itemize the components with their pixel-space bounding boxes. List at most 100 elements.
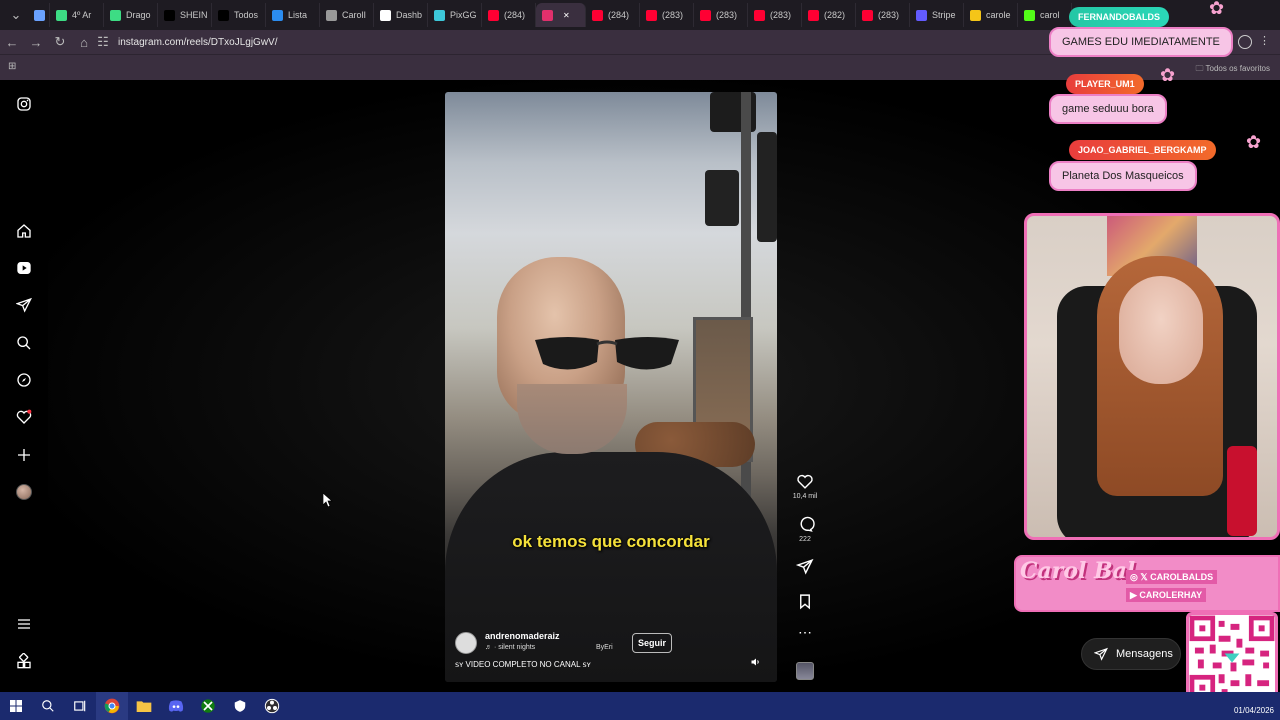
- chat-message: GAMES EDU IMEDIATAMENTE: [1049, 27, 1233, 57]
- discord-icon[interactable]: [160, 692, 192, 720]
- chat-message: game seduuu bora: [1049, 94, 1167, 124]
- browser-tab[interactable]: PixGG: [428, 3, 482, 27]
- save-icon[interactable]: [795, 593, 815, 610]
- reload-icon[interactable]: ↻: [48, 30, 72, 54]
- home-button-icon[interactable]: ⌂: [72, 30, 96, 54]
- browser-tab[interactable]: (283): [748, 3, 802, 27]
- kebab-menu-icon[interactable]: ⋮: [1259, 34, 1270, 47]
- browser-tab[interactable]: [28, 3, 50, 27]
- follow-button[interactable]: Seguir: [632, 633, 673, 653]
- tab-search-icon[interactable]: ⌄: [4, 3, 28, 27]
- audio-track-label[interactable]: ♬ · silent nights: [485, 644, 535, 651]
- browser-tab[interactable]: CarolI: [320, 3, 374, 27]
- tab-label: Lista: [288, 10, 308, 20]
- tab-favicon-icon: [272, 9, 283, 21]
- instagram-icon[interactable]: [16, 96, 32, 112]
- browser-tab[interactable]: (284): [482, 3, 536, 27]
- more-options-icon[interactable]: ⋯: [795, 624, 815, 641]
- browser-tab[interactable]: (284): [586, 3, 640, 27]
- menu-icon[interactable]: [16, 616, 32, 632]
- search-icon[interactable]: [32, 692, 64, 720]
- tab-label: (283): [878, 10, 900, 20]
- more-icon[interactable]: [16, 653, 32, 669]
- taskbar-date[interactable]: 01/04/2026: [1234, 706, 1274, 715]
- chat-username: FERNANDOBALDS: [1069, 7, 1169, 27]
- social-youtube: ▶ CAROLERHAY: [1126, 588, 1207, 602]
- tab-favicon-icon: [646, 9, 657, 21]
- tab-favicon-icon: [862, 9, 873, 21]
- chat-username-label: JOAO_GABRIEL_BERGKAMP: [1078, 145, 1207, 155]
- file-explorer-icon[interactable]: [128, 692, 160, 720]
- url-field[interactable]: instagram.com/reels/DTxoJLgjGwV/: [118, 37, 278, 48]
- tab-label: carole: [986, 10, 1011, 20]
- search-icon[interactable]: [16, 335, 32, 351]
- browser-tab[interactable]: Dashb: [374, 3, 428, 27]
- tab-label: (283): [770, 10, 792, 20]
- browser-tab[interactable]: SHEIN: [158, 3, 212, 27]
- browser-tab[interactable]: (283): [640, 3, 694, 27]
- volume-icon[interactable]: [750, 656, 762, 668]
- audio-thumbnail[interactable]: [796, 662, 814, 680]
- browser-tab[interactable]: Stripe: [910, 3, 964, 27]
- explore-icon[interactable]: [16, 372, 32, 388]
- tab-label: (283): [716, 10, 738, 20]
- chrome-icon[interactable]: [96, 692, 128, 720]
- like-icon[interactable]: [795, 473, 815, 490]
- notifications-icon[interactable]: [16, 409, 32, 425]
- share-icon[interactable]: [795, 558, 815, 575]
- close-tab-icon[interactable]: ✕: [563, 11, 570, 20]
- site-info-icon[interactable]: ☷: [96, 30, 110, 54]
- all-favorites-link[interactable]: 🗀 Todos os favoritos: [1195, 63, 1270, 77]
- tab-label: (282): [824, 10, 846, 20]
- browser-tab[interactable]: Lista: [266, 3, 320, 27]
- direct-icon: [1094, 647, 1108, 661]
- chat-username-label: PLAYER_UM1: [1075, 79, 1135, 89]
- obs-icon[interactable]: [256, 692, 288, 720]
- tab-label: Dashb: [396, 10, 423, 20]
- apps-grid-icon[interactable]: ⊞: [8, 61, 19, 72]
- browser-tab[interactable]: (282): [802, 3, 856, 27]
- chat-message: Planeta Dos Masqueicos: [1049, 161, 1197, 191]
- browser-tab[interactable]: Drago: [104, 3, 158, 27]
- social-handle: CAROLBALDS: [1150, 572, 1214, 582]
- comment-count: 222: [799, 536, 811, 543]
- profile-icon[interactable]: [1238, 35, 1252, 49]
- reel-caption[interactable]: ꜱʏ VIDEO COMPLETO NO CANAL ꜱʏ: [455, 660, 591, 669]
- tab-favicon-icon: [916, 9, 927, 21]
- tab-favicon-icon: [380, 9, 391, 21]
- browser-tab[interactable]: Todos: [212, 3, 266, 27]
- create-icon[interactable]: [16, 447, 32, 463]
- direct-icon[interactable]: [16, 297, 32, 313]
- messages-button[interactable]: Mensagens: [1081, 638, 1181, 670]
- xbox-icon[interactable]: [192, 692, 224, 720]
- tab-label: (284): [608, 10, 630, 20]
- start-icon[interactable]: [0, 692, 32, 720]
- security-icon[interactable]: [224, 692, 256, 720]
- tab-label: carol: [1040, 10, 1060, 20]
- tab-label: (283): [662, 10, 684, 20]
- browser-tab[interactable]: 4º Ar: [50, 3, 104, 27]
- back-icon[interactable]: ←: [0, 30, 24, 54]
- mouse-cursor-icon: [323, 493, 333, 507]
- browser-tab[interactable]: carole: [964, 3, 1018, 27]
- tab-favicon-icon: [218, 9, 229, 21]
- home-icon[interactable]: [16, 223, 32, 239]
- streamer-brand-panel: Carol Bal ◎ 𝕏 CAROLBALDS ▶ CAROLERHAY: [1014, 555, 1280, 612]
- forward-icon[interactable]: →: [24, 30, 48, 54]
- tab-favicon-icon: [164, 9, 175, 21]
- reels-icon[interactable]: [16, 260, 32, 276]
- reel-video[interactable]: ok temos que concordar andrenomaderaiz ♬…: [445, 92, 777, 682]
- author-username[interactable]: andrenomaderaiz: [485, 631, 560, 641]
- tab-label: SHEIN: [180, 10, 208, 20]
- browser-tab[interactable]: ✕: [536, 3, 586, 27]
- author-avatar[interactable]: [455, 632, 477, 654]
- video-subtitle: ok temos que concordar: [512, 532, 710, 551]
- flower-icon: ✿: [1246, 132, 1262, 152]
- browser-tab[interactable]: carol: [1018, 3, 1072, 27]
- task-view-icon[interactable]: [64, 692, 96, 720]
- comment-icon[interactable]: [795, 516, 815, 533]
- browser-tab[interactable]: (283): [694, 3, 748, 27]
- profile-avatar[interactable]: [16, 484, 32, 500]
- brand-logo: Carol Bal: [1020, 558, 1136, 584]
- browser-tab[interactable]: (283): [856, 3, 910, 27]
